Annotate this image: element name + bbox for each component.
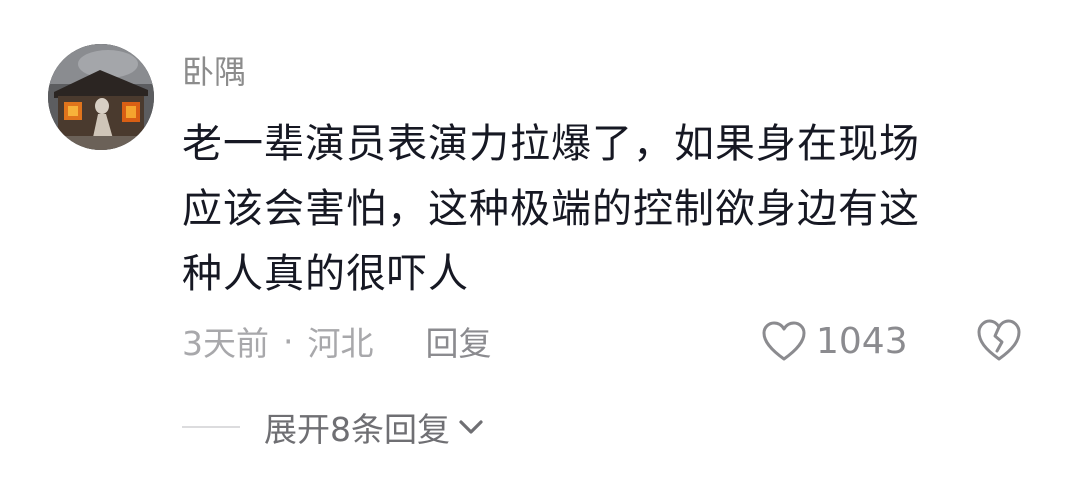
expand-replies-button[interactable]: 展开8条回复	[182, 402, 486, 452]
heart-outline-icon	[762, 321, 806, 361]
divider-line	[182, 426, 240, 428]
comment-text-line: 应该会害怕，这种极端的控制欲身边有这	[182, 186, 920, 232]
avatar-image	[48, 44, 154, 150]
comment-text-line: 种人真的很吓人	[182, 251, 469, 297]
comment-location: 河北	[307, 324, 374, 363]
expand-replies-label: 展开8条回复	[264, 410, 450, 449]
comment-item: 卧隅 老一辈演员表演力拉爆了，如果身在现场 应该会害怕，这种极端的控制欲身边有这…	[0, 0, 1080, 495]
broken-heart-icon	[977, 319, 1021, 361]
chevron-down-icon	[459, 420, 483, 434]
dislike-button[interactable]	[974, 316, 1024, 364]
comment-time: 3天前	[182, 324, 269, 363]
comment-meta: 3天前 · 河北 回复	[182, 318, 492, 364]
username[interactable]: 卧隅	[182, 50, 246, 94]
meta-separator: ·	[283, 321, 294, 361]
comment-text: 老一辈演员表演力拉爆了，如果身在现场 应该会害怕，这种极端的控制欲身边有这 种人…	[182, 112, 1012, 307]
avatar[interactable]	[48, 44, 154, 150]
reply-button[interactable]: 回复	[426, 317, 492, 365]
comment-text-line: 老一辈演员表演力拉爆了，如果身在现场	[182, 121, 920, 167]
like-button[interactable]: 1043	[760, 316, 908, 366]
like-count: 1043	[816, 320, 908, 362]
